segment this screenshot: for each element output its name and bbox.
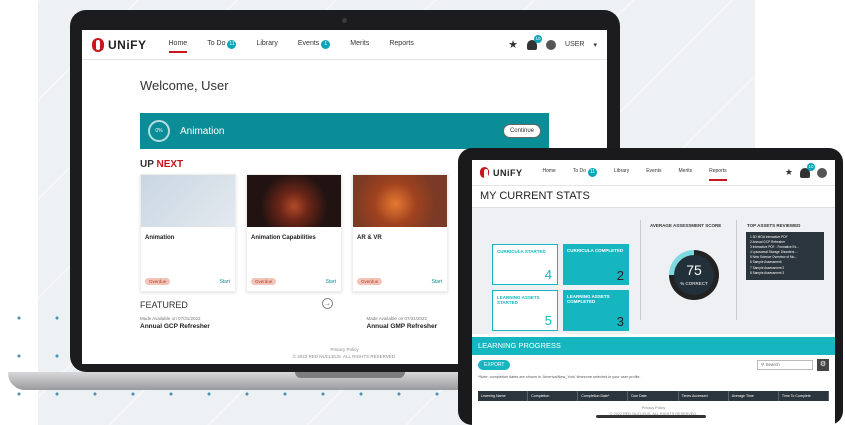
stats-panel: CURRICULA STARTED 4 CURRICULA COMPLETED 2 … [472, 208, 835, 334]
laptop-camera [342, 18, 347, 23]
nav-library[interactable]: Library [614, 164, 629, 181]
learning-progress-header: LEARNING PROGRESS [472, 337, 835, 355]
nav-reports[interactable]: Reports [709, 164, 727, 181]
nav-merits[interactable]: Merits [350, 36, 369, 53]
overdue-badge: Overdue [251, 278, 277, 285]
nav-right: ★ 10 USER ▾ [508, 34, 597, 51]
course-card[interactable]: Animation Overdue Start [140, 174, 236, 292]
column-header[interactable]: Completion Date* [578, 391, 629, 401]
course-title: Animation Capabilities [251, 235, 316, 241]
stat-curricula-completed: CURRICULA COMPLETED 2 [563, 244, 629, 285]
tablet-top-nav: UNiFY Home To Do 11 Library Events Merits… [472, 160, 835, 186]
export-button[interactable]: EXPORT [478, 360, 511, 370]
divider [640, 220, 641, 320]
continue-button[interactable]: Continue [502, 124, 541, 138]
nav-events[interactable]: Events [646, 164, 661, 181]
column-header[interactable]: Learning Name [478, 391, 529, 401]
brand-name: UNiFY [493, 167, 523, 178]
nav-reports[interactable]: Reports [389, 36, 414, 53]
nav-links: Home To Do 11 Library Events 1 Merits Repo… [168, 36, 414, 53]
notification-badge: 10 [807, 162, 815, 171]
arrow-right-icon[interactable]: → [322, 298, 333, 309]
course-title: AR & VR [357, 235, 382, 241]
start-link[interactable]: Start [219, 279, 230, 285]
column-header[interactable]: Average Time [729, 391, 779, 401]
gear-icon[interactable]: ⚙ [817, 359, 829, 371]
bell-icon[interactable]: 10 [527, 34, 543, 50]
featured-item[interactable]: Made Available on 07/31/2022 Annual GCP … [140, 316, 323, 330]
nav-todo[interactable]: To Do 11 [207, 36, 237, 53]
progress-ring: 0% [148, 120, 170, 142]
avg-score-label: AVERAGE ASSESSMENT SCORE [650, 223, 722, 228]
todo-badge: 11 [587, 168, 597, 177]
avg-score-center: 75 % CORRECT [674, 255, 714, 295]
avg-score-donut: 75 % CORRECT [669, 250, 719, 300]
banner-title: Animation [180, 125, 225, 137]
column-header[interactable]: Time To Complete [779, 391, 829, 401]
course-card[interactable]: Animation Capabilities Overdue Start [246, 174, 342, 292]
featured-name: Annual GCP Refresher [140, 323, 210, 330]
start-link[interactable]: Start [431, 279, 442, 285]
nav-home[interactable]: Home [543, 164, 556, 181]
overdue-badge: Overdue [357, 278, 383, 285]
stat-assets-completed: LEARNING ASSETS COMPLETED 3 [563, 290, 629, 331]
nav-events[interactable]: Events 1 [298, 36, 331, 53]
unify-logo-icon [92, 37, 104, 52]
course-thumbnail [353, 175, 447, 227]
overdue-badge: Overdue [145, 278, 171, 285]
unify-logo-icon [480, 167, 489, 179]
top-nav: UNiFY Home To Do 11 Library Events 1 Merit… [82, 30, 607, 60]
course-title: Animation [145, 235, 175, 241]
continue-banner[interactable]: 0% Animation Continue [140, 113, 549, 149]
nav-todo[interactable]: To Do 11 [573, 164, 597, 181]
welcome-heading: Welcome, User [140, 78, 229, 93]
user-icon[interactable] [546, 39, 557, 50]
nav-home[interactable]: Home [168, 36, 188, 53]
marketing-scene: UNiFY Home To Do 11 Library Events 1 Merit… [0, 0, 845, 425]
progress-table-header: Learning Name Completion Completion Date… [478, 391, 829, 401]
column-header[interactable]: Completion [528, 391, 579, 401]
nav-merits[interactable]: Merits [679, 164, 693, 181]
course-thumbnail [247, 175, 341, 227]
column-header[interactable]: Times Accessed [679, 391, 729, 401]
brand-name: UNiFY [108, 37, 147, 52]
stat-curricula-started: CURRICULA STARTED 4 [492, 244, 558, 285]
unify-logo[interactable]: UNiFY [480, 167, 523, 179]
laptop-notch [295, 372, 405, 378]
timezone-note: *Note: completion dates are shown in 'Am… [478, 375, 641, 379]
chevron-down-icon[interactable]: ▾ [593, 41, 597, 49]
search-input[interactable]: ⚲ Search [757, 360, 813, 370]
avg-score-value: 75 [686, 262, 702, 278]
list-item[interactable]: 8 Sample Assessment 3 [750, 271, 820, 276]
avg-score-unit: % CORRECT [680, 281, 708, 286]
course-thumbnail [141, 175, 235, 227]
unify-logo[interactable]: UNiFY [92, 37, 147, 52]
star-icon[interactable]: ★ [785, 167, 793, 178]
learning-progress-toolbar: EXPORT ⚲ Search ⚙ [472, 355, 835, 373]
user-menu-label[interactable]: USER [565, 41, 584, 48]
stats-title: MY CURRENT STATS [472, 186, 835, 208]
bell-icon[interactable]: 10 [800, 162, 815, 178]
user-icon[interactable] [817, 167, 827, 178]
course-card[interactable]: AR & VR Overdue Start [352, 174, 448, 292]
events-badge: 1 [321, 40, 331, 49]
top-assets-list: 1 3D MOA Interactive PDF 2 Annual GCP Re… [746, 232, 824, 280]
home-indicator[interactable] [596, 415, 706, 418]
stat-assets-started: LEARNING ASSETS STARTED 5 [492, 290, 558, 331]
nav-library[interactable]: Library [256, 36, 277, 53]
todo-badge: 11 [227, 40, 237, 49]
featured-date: Made Available on 07/31/2022 [140, 316, 201, 321]
divider [736, 220, 737, 320]
notification-badge: 10 [534, 34, 543, 43]
nav-right: ★ 10 [785, 162, 827, 178]
tablet-screen: UNiFY Home To Do 11 Library Events Merits… [472, 160, 835, 425]
star-icon[interactable]: ★ [508, 38, 518, 51]
nav-links: Home To Do 11 Library Events Merits Repor… [543, 164, 727, 181]
column-header[interactable]: Due Date [628, 391, 679, 401]
start-link[interactable]: Start [325, 279, 336, 285]
top-assets-label: TOP ASSETS REVIEWED [747, 223, 801, 228]
